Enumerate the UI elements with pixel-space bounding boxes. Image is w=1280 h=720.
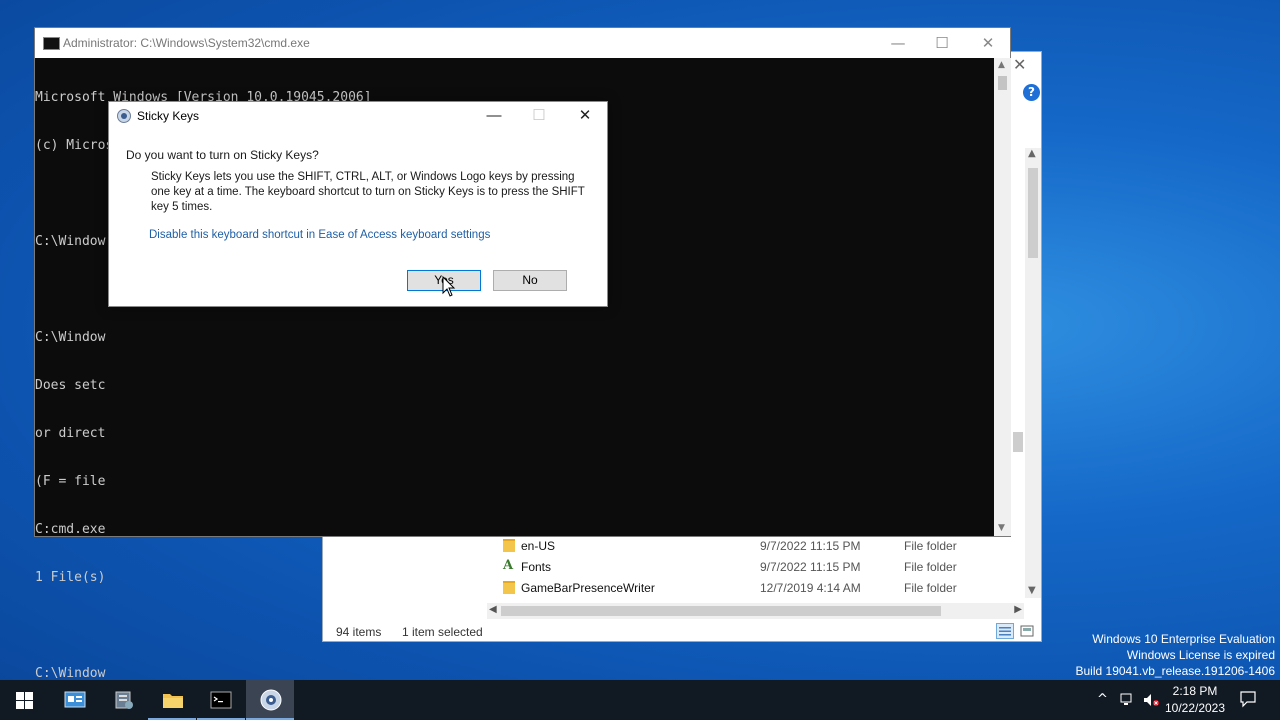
scroll-down-icon[interactable]: ▼ — [1028, 585, 1036, 596]
cmd-app-icon — [43, 37, 60, 50]
server-manager-icon — [115, 691, 133, 709]
close-icon[interactable]: ✕ — [1013, 55, 1026, 74]
console-line: C:\Window — [35, 330, 106, 345]
console-line: Does setc — [35, 378, 106, 393]
file-explorer-icon — [163, 694, 183, 708]
windows-evaluation-watermark: Windows 10 Enterprise Evaluation Windows… — [1076, 631, 1276, 679]
show-hidden-icons-icon[interactable]: ^ — [1097, 692, 1108, 707]
volume-muted-icon[interactable] — [1142, 692, 1160, 708]
action-center-icon[interactable] — [1239, 690, 1257, 708]
system-clock[interactable]: 2:18 PM 10/22/2023 — [1160, 683, 1230, 717]
taskbar-app-command-prompt[interactable] — [197, 680, 245, 720]
watermark-line: Windows License is expired — [1126, 648, 1275, 662]
minimize-button[interactable]: — — [472, 102, 516, 130]
close-button[interactable]: ✕ — [965, 28, 1011, 58]
no-button[interactable]: No — [493, 270, 567, 291]
ease-of-access-icon — [117, 109, 131, 123]
maximize-button[interactable]: ☐ — [919, 28, 965, 58]
nav-pane-scrollbar-thumb[interactable] — [1013, 432, 1023, 452]
maximize-button: ☐ — [532, 107, 546, 124]
taskbar-app-sticky-keys[interactable] — [246, 680, 294, 720]
taskbar: ^ 2:18 PM 10/22/2023 — [0, 680, 1280, 720]
clock-time: 2:18 PM — [1172, 684, 1218, 698]
cmd-title-bar[interactable]: Administrator: C:\Windows\System32\cmd.e… — [35, 28, 1010, 58]
vertical-scrollbar[interactable]: ▲ ▼ — [1025, 148, 1041, 598]
dialog-question: Do you want to turn on Sticky Keys? — [126, 148, 319, 162]
cmd-window-title: Administrator: C:\Windows\System32\cmd.e… — [63, 36, 310, 50]
control-panel-icon — [64, 691, 86, 708]
watermark-line: Windows 10 Enterprise Evaluation — [1092, 632, 1275, 646]
taskbar-app-file-explorer[interactable] — [148, 680, 196, 720]
taskbar-app-control-panel[interactable] — [50, 680, 98, 720]
ease-of-access-icon — [260, 689, 282, 711]
console-line: (F = file — [35, 474, 106, 489]
network-icon[interactable] — [1119, 692, 1135, 708]
minimize-button[interactable]: — — [875, 28, 921, 58]
clock-date: 10/22/2023 — [1164, 701, 1226, 715]
scroll-down-icon[interactable]: ▼ — [998, 523, 1005, 533]
start-button[interactable] — [0, 680, 48, 720]
details-view-icon[interactable] — [996, 623, 1014, 639]
console-scrollbar[interactable]: ▲ ▼ — [994, 58, 1011, 536]
watermark-line: Build 19041.vb_release.191206-1406 — [1075, 664, 1276, 678]
scroll-up-icon[interactable]: ▲ — [998, 60, 1005, 70]
close-button[interactable]: ✕ — [563, 102, 607, 130]
scrollbar-thumb[interactable] — [998, 76, 1007, 90]
windows-logo-icon — [16, 692, 33, 709]
scroll-up-icon[interactable]: ▲ — [1028, 148, 1036, 159]
dialog-description: Sticky Keys lets you use the SHIFT, CTRL… — [151, 171, 585, 213]
sticky-keys-dialog[interactable]: Sticky Keys — ☐ ✕ Do you want to turn on… — [108, 101, 608, 307]
console-line: C:cmd.exe — [35, 522, 106, 537]
scrollbar-thumb[interactable] — [1028, 168, 1038, 258]
dialog-title: Sticky Keys — [137, 109, 200, 123]
taskbar-app-server-manager[interactable] — [99, 680, 147, 720]
mouse-cursor-icon — [442, 275, 456, 297]
help-icon[interactable]: ? — [1023, 84, 1040, 101]
large-icons-view-icon[interactable] — [1019, 623, 1035, 639]
console-line: 1 File(s) — [35, 570, 106, 585]
disable-shortcut-link[interactable]: Disable this keyboard shortcut in Ease o… — [149, 229, 490, 241]
console-line: or direct — [35, 426, 106, 441]
command-prompt-icon — [210, 691, 232, 709]
scroll-right-icon[interactable]: ▶ — [1014, 604, 1022, 615]
